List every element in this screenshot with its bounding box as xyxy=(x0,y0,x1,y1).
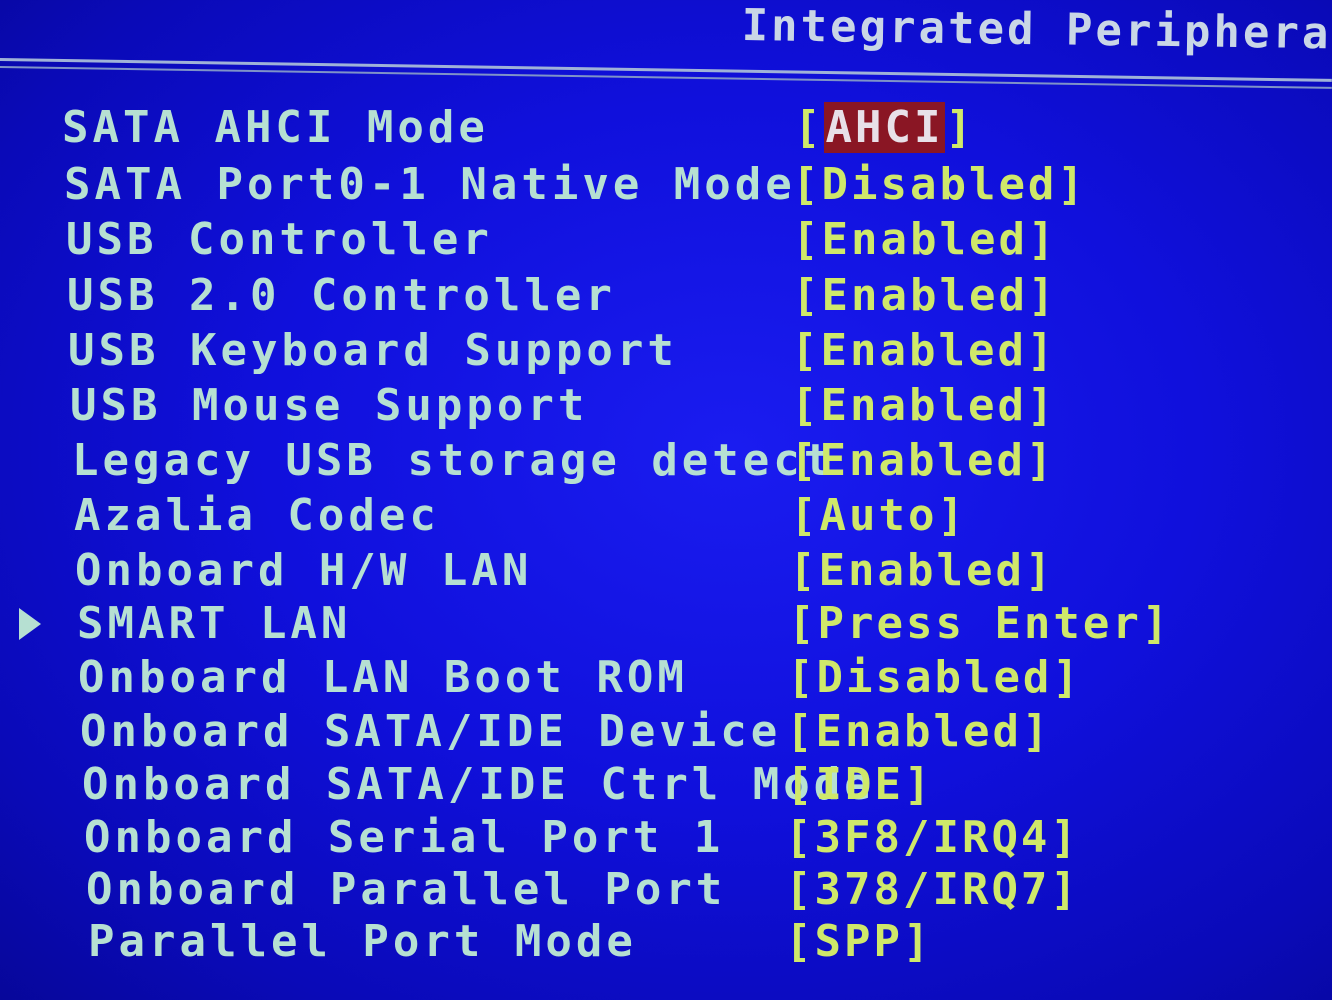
menu-item-label: Onboard Serial Port 1 xyxy=(84,812,725,863)
selected-value-highlight[interactable]: AHCI xyxy=(823,102,946,153)
menu-item-label: USB 2.0 Controller xyxy=(67,270,616,321)
menu-item-label: Parallel Port Mode xyxy=(88,916,637,967)
menu-item-label: Onboard LAN Boot ROM xyxy=(78,652,688,703)
menu-item-label: USB Mouse Support xyxy=(70,380,589,431)
menu-item-value[interactable]: [Auto] xyxy=(790,490,967,541)
menu-item-label: SATA Port0-1 Native Mode xyxy=(64,159,796,210)
menu-item-value[interactable]: [AHCI] xyxy=(794,102,975,153)
menu-item-value[interactable]: [Disabled] xyxy=(787,652,1082,703)
menu-item-value[interactable]: [3F8/IRQ4] xyxy=(785,812,1080,863)
menu-item-value[interactable]: [Disabled] xyxy=(792,159,1087,210)
menu-item-value[interactable]: [Enabled] xyxy=(789,545,1054,596)
menu-item-label: SATA AHCI Mode xyxy=(62,102,489,153)
menu-item-label: Onboard H/W LAN xyxy=(75,545,533,596)
menu-item-label: Legacy USB storage detect xyxy=(72,435,835,486)
menu-item-label: SMART LAN xyxy=(77,598,352,649)
menu-item-value[interactable]: [378/IRQ7] xyxy=(785,864,1080,915)
menu-item-value[interactable]: [SPP] xyxy=(785,916,932,967)
settings-list: SATA AHCI Mode [AHCI] SATA Port0-1 Nativ… xyxy=(0,0,1332,1000)
menu-item-value[interactable]: [Enabled] xyxy=(792,214,1057,265)
triangle-right-icon xyxy=(19,608,41,640)
menu-item-label: Onboard SATA/IDE Ctrl Mode xyxy=(82,759,875,810)
menu-item-label: Azalia Codec xyxy=(74,490,440,541)
menu-item-value[interactable]: [Enabled] xyxy=(792,270,1057,321)
menu-item-value[interactable]: [Enabled] xyxy=(791,325,1056,376)
menu-item-label: Onboard SATA/IDE Device xyxy=(80,706,782,757)
menu-item-value[interactable]: [Enabled] xyxy=(790,435,1055,486)
menu-item-value[interactable]: [Enabled] xyxy=(786,706,1051,757)
menu-item-value[interactable]: [Enabled] xyxy=(791,380,1056,431)
menu-item-value[interactable]: [Press Enter] xyxy=(788,598,1171,649)
menu-item-value[interactable]: [IDE] xyxy=(786,759,933,810)
menu-item-label: USB Controller xyxy=(66,214,493,265)
menu-item-label: Onboard Parallel Port xyxy=(86,864,727,915)
menu-item-label: USB Keyboard Support xyxy=(68,325,678,376)
